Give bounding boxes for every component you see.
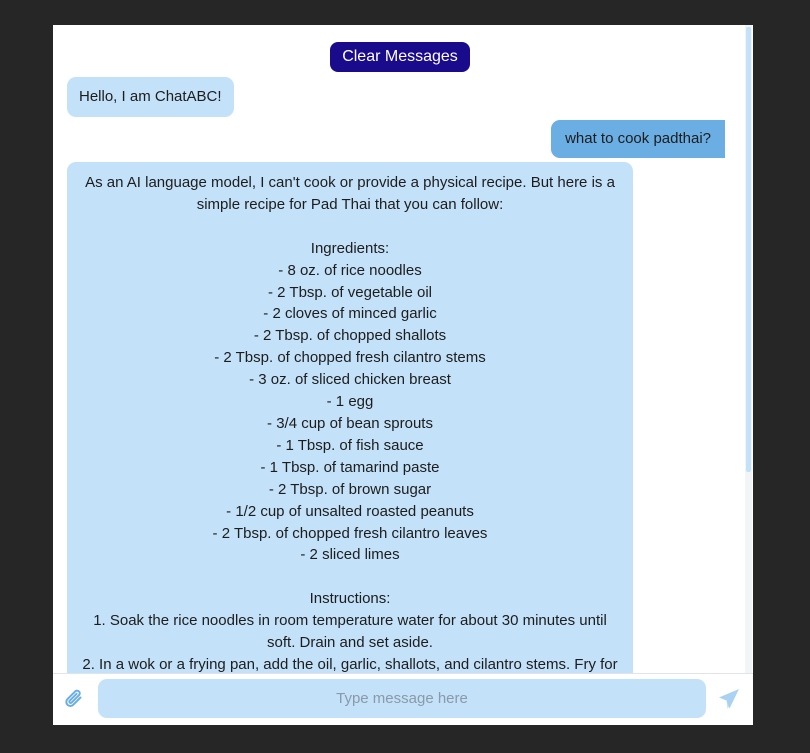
scrollbar[interactable] (745, 25, 752, 673)
chat-window: Clear Messages Hello, I am ChatABC! what… (53, 25, 753, 725)
clear-messages-button[interactable]: Clear Messages (330, 42, 470, 72)
message-composer (53, 673, 753, 725)
bot-message: As an AI language model, I can't cook or… (67, 162, 633, 673)
message-list[interactable]: Clear Messages Hello, I am ChatABC! what… (53, 25, 745, 673)
message-input[interactable] (98, 679, 706, 718)
scrollbar-thumb[interactable] (746, 27, 751, 472)
paperclip-icon[interactable] (64, 687, 86, 711)
user-message: what to cook padthai? (551, 120, 725, 158)
bot-message: Hello, I am ChatABC! (67, 77, 234, 117)
paper-plane-icon[interactable] (717, 687, 741, 711)
